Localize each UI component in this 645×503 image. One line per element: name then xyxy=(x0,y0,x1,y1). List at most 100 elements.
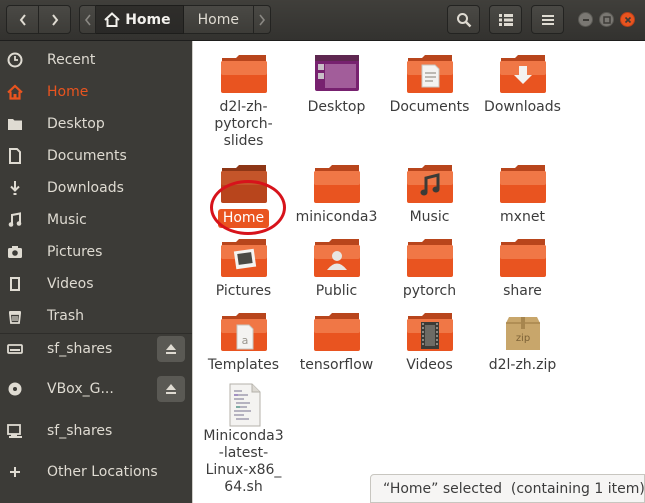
file-item-tensorflow[interactable]: tensorflow xyxy=(290,313,383,374)
file-item-home[interactable]: Home xyxy=(197,165,290,228)
forward-button[interactable] xyxy=(38,5,71,34)
file-label: miniconda3 xyxy=(295,209,378,225)
folder-icon xyxy=(406,239,454,277)
camera-icon xyxy=(6,243,24,261)
back-button[interactable] xyxy=(6,5,39,34)
archive-icon: zip xyxy=(499,313,547,351)
status-bar: “Home” selected (containing 1 item) xyxy=(370,474,645,503)
file-item-pictures[interactable]: Pictures xyxy=(197,239,290,300)
hamburger-icon xyxy=(541,14,554,25)
sidebar-item-pictures[interactable]: Pictures xyxy=(0,236,192,268)
search-button[interactable] xyxy=(447,5,480,34)
clock-icon xyxy=(6,51,24,69)
eject-button[interactable] xyxy=(157,376,185,402)
videos-folder-icon xyxy=(406,313,454,351)
file-item-documents[interactable]: Documents xyxy=(383,55,476,116)
file-label: tensorflow xyxy=(299,357,374,373)
file-label: Miniconda3 -latest- Linux-x86_ 64.sh xyxy=(203,428,284,495)
file-item-downloads[interactable]: Downloads xyxy=(476,55,569,116)
sidebar-item-trash[interactable]: Trash xyxy=(0,300,192,332)
sidebar-item-home[interactable]: Home xyxy=(0,76,192,108)
file-label: Templates xyxy=(207,357,280,373)
sidebar-item-documents[interactable]: Documents xyxy=(0,140,192,172)
file-label: Videos xyxy=(406,357,453,373)
file-item-desktop[interactable]: Desktop xyxy=(290,55,383,116)
file-view: d2l-zh- pytorch- slides Desktop Document… xyxy=(192,41,645,503)
file-item-d2l-zh-zip[interactable]: zip d2l-zh.zip xyxy=(476,313,569,374)
view-toggle-button[interactable] xyxy=(489,5,522,34)
sidebar-item-vbox[interactable]: VBox_G... xyxy=(0,373,192,405)
file-label: share xyxy=(503,283,542,299)
chevron-left-icon xyxy=(19,13,26,26)
sidebar-item-label: Music xyxy=(47,212,87,228)
selected-file-label: Home xyxy=(217,209,270,228)
sidebar-item-other-locations[interactable]: Other Locations xyxy=(0,456,192,488)
file-item-videos[interactable]: Videos xyxy=(383,313,476,374)
disc-icon xyxy=(6,380,24,398)
file-label: Downloads xyxy=(484,99,561,115)
sidebar-item-label: Documents xyxy=(47,148,127,164)
sidebar-item-videos[interactable]: Videos xyxy=(0,268,192,300)
chevron-left-icon xyxy=(84,14,91,25)
maximize-button[interactable] xyxy=(599,12,614,27)
sidebar-item-label: Pictures xyxy=(47,244,103,260)
music-icon xyxy=(6,211,24,229)
file-label: d2l-zh- pytorch- slides xyxy=(214,99,273,149)
folder-icon xyxy=(220,165,268,203)
file-item-share[interactable]: share xyxy=(476,239,569,300)
chevron-right-icon xyxy=(51,13,58,26)
sidebar-item-sf-shares-mount[interactable]: sf_shares xyxy=(0,333,192,365)
minimize-icon xyxy=(582,18,589,21)
maximize-icon xyxy=(602,15,611,24)
folder-icon xyxy=(313,165,361,203)
status-text: “Home” selected (containing 1 item) xyxy=(383,480,645,497)
search-icon xyxy=(456,12,471,27)
close-button[interactable] xyxy=(620,12,635,27)
sidebar-item-label: Downloads xyxy=(47,180,124,196)
sidebar-item-desktop[interactable]: Desktop xyxy=(0,108,192,140)
sidebar-item-label: Recent xyxy=(47,52,96,68)
sidebar-item-recent[interactable]: Recent xyxy=(0,44,192,76)
file-item-templates[interactable]: a Templates xyxy=(197,313,290,374)
path-current-label: Home xyxy=(125,11,171,28)
file-label: d2l-zh.zip xyxy=(488,357,557,373)
sidebar-item-sf-shares-network[interactable]: sf_shares xyxy=(0,415,192,447)
path-item-home-current[interactable]: Home xyxy=(96,5,184,34)
plus-icon xyxy=(6,463,24,481)
pictures-folder-icon xyxy=(220,239,268,277)
list-view-icon xyxy=(498,13,513,26)
video-icon xyxy=(6,275,24,293)
network-drive-icon xyxy=(6,422,24,440)
path-scroll-right[interactable] xyxy=(253,5,271,34)
trash-icon xyxy=(6,307,24,325)
sidebar-item-downloads[interactable]: Downloads xyxy=(0,172,192,204)
eject-icon xyxy=(166,344,176,354)
sidebar-item-label: Home xyxy=(47,84,89,100)
menu-button[interactable] xyxy=(531,5,564,34)
sidebar-item-music[interactable]: Music xyxy=(0,204,192,236)
file-label: Desktop xyxy=(307,99,366,115)
downloads-folder-icon xyxy=(499,55,547,93)
file-item-mxnet[interactable]: mxnet xyxy=(476,165,569,226)
home-icon xyxy=(104,12,120,27)
music-folder-icon xyxy=(406,165,454,203)
path-scroll-left[interactable] xyxy=(79,5,97,34)
file-item-miniconda3[interactable]: miniconda3 xyxy=(290,165,383,226)
sidebar-item-label: Videos xyxy=(47,276,94,292)
file-item-music[interactable]: Music xyxy=(383,165,476,226)
sidebar-item-label: sf_shares xyxy=(47,341,113,357)
file-item-pytorch[interactable]: pytorch xyxy=(383,239,476,300)
documents-folder-icon xyxy=(406,55,454,93)
file-item-d2l-zh-pytorch-slides[interactable]: d2l-zh- pytorch- slides xyxy=(197,55,290,150)
eject-button[interactable] xyxy=(157,336,185,362)
minimize-button[interactable] xyxy=(578,12,593,27)
path-item-home[interactable]: Home xyxy=(183,5,254,34)
file-item-public[interactable]: Public xyxy=(290,239,383,300)
sidebar-item-label: Trash xyxy=(47,308,84,324)
script-file-icon xyxy=(220,383,268,427)
chevron-right-icon xyxy=(259,14,265,25)
close-icon xyxy=(624,16,631,23)
file-item-miniconda3-installer[interactable]: Miniconda3 -latest- Linux-x86_ 64.sh xyxy=(197,383,290,496)
path-next-label: Home xyxy=(197,11,239,28)
file-label: Public xyxy=(315,283,358,299)
